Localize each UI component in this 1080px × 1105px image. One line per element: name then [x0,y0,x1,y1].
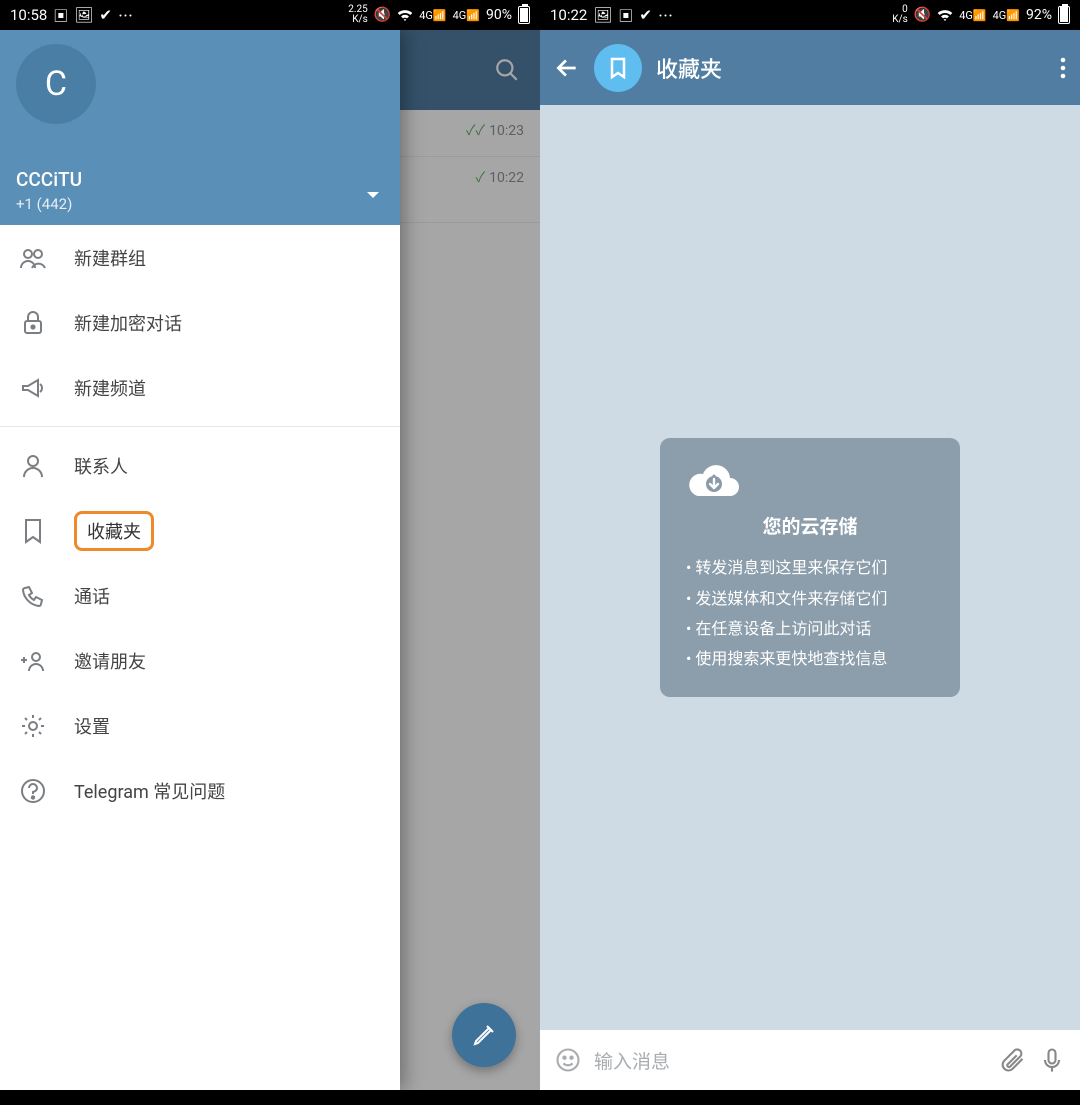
mute-icon: 🔇 [914,7,931,23]
drawer-item-bookmark[interactable]: 收藏夹 [0,498,400,563]
chevron-down-icon[interactable] [366,191,380,201]
compose-fab[interactable] [452,1003,516,1067]
net-speed: 2.25K/s [348,5,368,25]
drawer-item-label: 联系人 [74,453,128,479]
signal-4g: 4G📶 [959,9,986,22]
image-icon: 🖼 [593,6,612,24]
drawer-header[interactable]: C CCCiTU +1 (442) [0,30,400,225]
kebab-menu-icon[interactable] [1060,57,1066,79]
divider [0,426,400,427]
battery-pct: 92% [1026,7,1052,23]
phone-left-drawer: 10:58 ▣ 🖼 ✔ ⋯ 2.25K/s 🔇 4G📶 4G📶 90% [0,0,540,1105]
drawer-item-label: 新建群组 [74,245,146,271]
notif-icon: ▣ [53,5,68,26]
help-icon [18,778,48,804]
drawer-item-gear[interactable]: 设置 [0,693,400,758]
more-icon: ⋯ [118,5,133,26]
check-icon: ✔ [639,6,652,24]
drawer-item-group[interactable]: 新建群组 [0,225,400,290]
drawer-item-label: 邀请朋友 [74,648,146,674]
chat-title: 收藏夹 [656,52,722,84]
cloud-download-icon [686,460,934,502]
person-icon [18,453,48,479]
addperson-icon [18,649,48,673]
signal-4g-2: 4G📶 [453,9,480,22]
mic-icon[interactable] [1038,1046,1066,1074]
profile-name: CCCiTU [16,168,384,191]
battery-icon [1058,6,1070,24]
attach-icon[interactable] [998,1046,1026,1074]
status-bar: 10:58 ▣ 🖼 ✔ ⋯ 2.25K/s 🔇 4G📶 4G📶 90% [0,0,540,30]
drawer-item-label: 通话 [74,583,110,609]
signal-4g-2: 4G📶 [993,9,1020,22]
profile-phone: +1 (442) [16,195,384,213]
drawer-item-lock[interactable]: 新建加密对话 [0,290,400,355]
drawer-item-help[interactable]: Telegram 常见问题 [0,758,400,823]
cloud-point: 在任意设备上访问此对话 [686,614,934,644]
drawer-item-label: Telegram 常见问题 [74,778,225,804]
phone-icon [18,584,48,608]
group-icon [18,246,48,270]
signal-4g: 4G📶 [419,9,446,22]
lock-icon [18,310,48,336]
phone-right-saved: 10:22 🖼 ▣ ✔ ⋯ 0K/s 🔇 4G📶 4G📶 92% 收藏夹 [540,0,1080,1105]
cloud-point: 使用搜索来更快地查找信息 [686,644,934,674]
gear-icon [18,713,48,739]
check-icon: ✔ [99,6,112,24]
android-navbar [0,1090,540,1105]
drawer-item-megaphone[interactable]: 新建频道 [0,355,400,420]
cloud-point: 转发消息到这里来保存它们 [686,553,934,583]
drawer-item-phone[interactable]: 通话 [0,563,400,628]
saved-avatar[interactable] [594,44,642,92]
drawer-item-label: 收藏夹 [74,511,154,551]
cloud-point: 发送媒体和文件来存储它们 [686,584,934,614]
battery-icon [518,6,530,24]
battery-pct: 90% [486,7,512,23]
cloud-info-card: 您的云存储 转发消息到这里来保存它们发送媒体和文件来存储它们在任意设备上访问此对… [660,438,960,697]
avatar[interactable]: C [16,44,96,124]
status-time: 10:22 [550,6,587,24]
back-icon[interactable] [554,55,580,81]
nav-drawer: C CCCiTU +1 (442) 新建群组新建加密对话新建频道联系人收藏夹通话… [0,30,400,1090]
chat-canvas: 您的云存储 转发消息到这里来保存它们发送媒体和文件来存储它们在任意设备上访问此对… [540,105,1080,1030]
drawer-item-label: 新建频道 [74,375,146,401]
status-bar: 10:22 🖼 ▣ ✔ ⋯ 0K/s 🔇 4G📶 4G📶 92% [540,0,1080,30]
bookmark-icon [18,518,48,544]
wifi-icon [397,8,413,22]
net-speed: 0K/s [892,5,908,25]
drawer-item-label: 设置 [74,713,110,739]
wifi-icon [937,8,953,22]
drawer-item-person[interactable]: 联系人 [0,433,400,498]
more-icon: ⋯ [658,5,673,26]
megaphone-icon [18,376,48,400]
message-input-bar: 输入消息 [540,1030,1080,1090]
status-time: 10:58 [10,6,47,24]
drawer-item-label: 新建加密对话 [74,310,182,336]
emoji-icon[interactable] [554,1046,582,1074]
drawer-item-addperson[interactable]: 邀请朋友 [0,628,400,693]
chat-header: 收藏夹 [540,30,1080,105]
image-icon: 🖼 [74,6,93,24]
mute-icon: 🔇 [374,7,391,23]
notif-icon: ▣ [618,5,633,26]
cloud-card-title: 您的云存储 [686,512,934,539]
message-input[interactable]: 输入消息 [594,1047,986,1074]
android-navbar [540,1090,1080,1105]
